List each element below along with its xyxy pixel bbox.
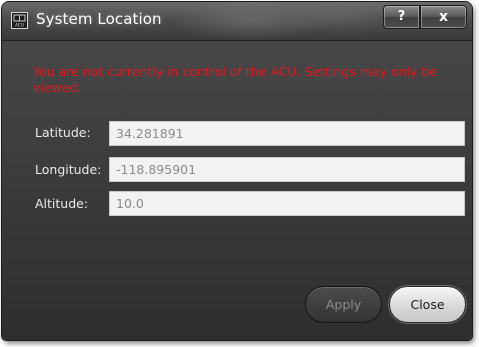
control-warning-message: You are not currently in control of the … (33, 64, 437, 95)
acu-app-icon: ACU (11, 12, 28, 29)
title-bar[interactable]: ACU System Location ? x (2, 2, 472, 41)
help-button[interactable]: ? (383, 5, 420, 29)
close-button[interactable]: Close (389, 286, 466, 323)
system-location-dialog: ACU System Location ? x You are not curr… (2, 2, 472, 340)
longitude-label: Longitude: (35, 162, 102, 177)
apply-button[interactable]: Apply (305, 286, 382, 323)
latitude-label: Latitude: (35, 125, 91, 140)
window-title: System Location (36, 10, 162, 28)
altitude-field[interactable] (109, 191, 465, 216)
app-icon-label: ACU (15, 23, 24, 28)
window-close-button[interactable]: x (420, 5, 467, 29)
latitude-field[interactable] (109, 121, 465, 146)
longitude-field[interactable] (109, 157, 465, 182)
altitude-label: Altitude: (35, 196, 89, 211)
